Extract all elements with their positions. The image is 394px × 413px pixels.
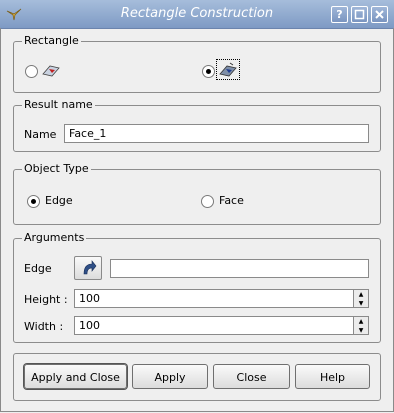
close-icon: [375, 10, 384, 19]
width-down-icon[interactable]: ▼: [354, 326, 368, 335]
width-up-icon[interactable]: ▲: [354, 317, 368, 326]
rectangle-group: Rectangle: [13, 34, 381, 93]
edge-arg-field[interactable]: [110, 259, 369, 278]
edge-radio[interactable]: [27, 195, 40, 208]
object-type-legend: Object Type: [22, 162, 91, 175]
name-label: Name: [24, 128, 57, 141]
edge-arg-label: Edge: [24, 262, 52, 275]
rectangle-on-face-icon: [219, 62, 237, 77]
maximize-window-button[interactable]: [351, 6, 368, 23]
apply-button[interactable]: Apply: [132, 364, 208, 389]
edge-radio-label[interactable]: Edge: [45, 194, 73, 207]
maximize-icon: [354, 9, 365, 20]
height-label: Height :: [24, 293, 68, 306]
rectangle-mode-2-focus: [216, 59, 240, 80]
rectangle-by-dimensions-icon: [42, 65, 60, 77]
arguments-legend: Arguments: [22, 231, 87, 244]
close-button[interactable]: Close: [213, 364, 290, 389]
help-button[interactable]: Help: [295, 364, 370, 389]
help-window-button[interactable]: ?: [331, 6, 348, 23]
width-spinner[interactable]: ▲ ▼: [354, 316, 369, 335]
rectangle-group-legend: Rectangle: [22, 34, 81, 47]
height-spinner[interactable]: ▲ ▼: [354, 289, 369, 308]
rectangle-mode-1-radio[interactable]: [25, 65, 38, 78]
result-name-legend: Result name: [22, 98, 95, 111]
width-field[interactable]: [74, 316, 354, 335]
height-field[interactable]: [74, 289, 354, 308]
width-label: Width :: [24, 320, 64, 333]
edge-select-button[interactable]: [74, 256, 102, 280]
title-bar[interactable]: Rectangle Construction ?: [0, 0, 394, 29]
face-radio-label[interactable]: Face: [219, 194, 244, 207]
face-radio[interactable]: [201, 195, 214, 208]
select-arrow-icon: [83, 260, 97, 275]
apply-and-close-button[interactable]: Apply and Close: [24, 364, 127, 389]
height-up-icon[interactable]: ▲: [354, 290, 368, 299]
height-down-icon[interactable]: ▼: [354, 299, 368, 308]
name-field[interactable]: [64, 124, 369, 143]
rectangle-mode-2-radio[interactable]: [202, 65, 215, 78]
close-window-button[interactable]: [371, 6, 388, 23]
